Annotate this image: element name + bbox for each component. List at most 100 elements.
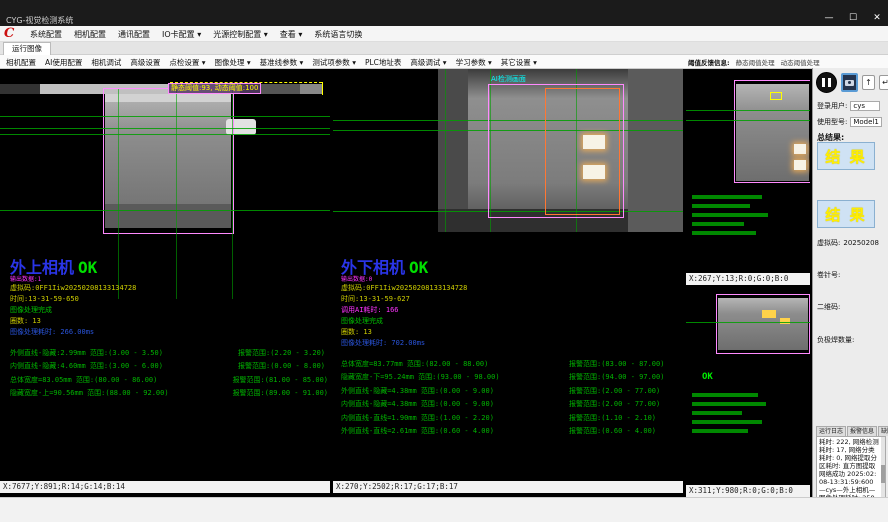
tool-plc-address[interactable]: PLC地址表 bbox=[365, 57, 401, 68]
measurement-row: 外侧直线-直线=2.61mm 范围:(0.60 - 4.00)报警范围:(0.6… bbox=[341, 425, 681, 439]
mid-elapsed: 图像处理耗时: 702.00ms bbox=[341, 338, 681, 349]
mid-measurement-rows: 总体宽度=83.77mm 范围:(82.00 - 88.00)报警范围:(83.… bbox=[341, 357, 681, 438]
tool-camera-config[interactable]: 相机配置 bbox=[6, 57, 36, 68]
log-tabs: 运行日志 报警信息 缺陷信息 bbox=[816, 426, 888, 436]
measurement-row: 隐藏宽度-下=95.24mm 范围:(93.00 - 98.00)报警范围:(9… bbox=[341, 371, 681, 385]
pause-button[interactable] bbox=[816, 72, 837, 93]
r1-result-text-lines bbox=[692, 190, 792, 235]
tool-other-settings[interactable]: 其它设置 ▾ bbox=[501, 57, 537, 68]
upload-button[interactable]: ↑ bbox=[862, 75, 875, 90]
tab-defect-info[interactable]: 缺陷信息 bbox=[878, 426, 888, 436]
weld-spot bbox=[583, 165, 605, 179]
r1-coord-bar: X:267;Y:13;R:0;G:0;B:0 bbox=[686, 273, 810, 285]
tab-strip bbox=[0, 42, 888, 55]
menu-item-language-switch[interactable]: 系统语言切换 bbox=[314, 29, 362, 40]
mid-ok-status: OK bbox=[409, 258, 428, 277]
menu-item-camera-config[interactable]: 相机配置 bbox=[74, 29, 106, 40]
measurement-row: 内侧直线-直线=1.90mm 范围:(1.00 - 2.20)报警范围:(1.1… bbox=[341, 411, 681, 425]
measurement-row: 总体宽度=83.77mm 范围:(82.00 - 88.00)报警范围:(83.… bbox=[341, 357, 681, 371]
left-result-block: 外上相机OK 输出数据:1 虚拟码:0FF1Iiw202502081331347… bbox=[10, 259, 328, 400]
r2-ok-status: OK bbox=[702, 372, 713, 382]
left-output-sub: 输出数据:1 bbox=[10, 276, 328, 283]
app-window: CYG-视觉检测系统 — ☐ ✕ C 系统配置 相机配置 通讯配置 IO卡配置 … bbox=[0, 0, 888, 522]
r2-yellow-marker bbox=[762, 310, 776, 318]
app-logo: C bbox=[4, 27, 22, 41]
r2-coord-bar: X:311;Y:980;R:0;G:0;B:0 bbox=[686, 485, 810, 497]
menu-item-light-config[interactable]: 光源控制配置 ▾ bbox=[213, 29, 268, 40]
close-icon[interactable]: ✕ bbox=[870, 13, 884, 23]
tool-baseline-params[interactable]: 基准线参数 ▾ bbox=[260, 57, 304, 68]
tab-alarm-info[interactable]: 报警信息 bbox=[847, 426, 877, 436]
left-coord-bar: X:7677;Y:891;R:14;G:14;B:14 bbox=[0, 481, 330, 493]
menu-item-comm-config[interactable]: 通讯配置 bbox=[118, 29, 150, 40]
r2-result-text-lines bbox=[692, 388, 792, 433]
login-user-value[interactable]: cys bbox=[850, 101, 880, 111]
mid-virtual-code: 虚拟码:0FF1Iiw20250208133134728 bbox=[341, 283, 681, 294]
left-elapsed: 图像处理耗时: 266.00ms bbox=[10, 327, 328, 338]
login-user-row: 登录用户: cys bbox=[817, 101, 880, 111]
menu-item-io-config[interactable]: IO卡配置 ▾ bbox=[162, 29, 201, 40]
virtual-code-row: 虚拟码: 20250208 bbox=[817, 238, 879, 248]
mid-ai-rect bbox=[545, 88, 620, 215]
weld-spot bbox=[583, 135, 605, 149]
left-done-status: 图像处理完成 bbox=[10, 305, 328, 316]
menu-item-view[interactable]: 查看 ▾ bbox=[280, 29, 303, 40]
mid-time: 时间:13-31-59-627 bbox=[341, 294, 681, 305]
tool-spot-check[interactable]: 点检设置 ▾ bbox=[169, 57, 205, 68]
return-arrow-icon: ↵ bbox=[882, 78, 888, 87]
minimize-icon[interactable]: — bbox=[822, 13, 836, 23]
tool-advanced-settings[interactable]: 高级设置 bbox=[130, 57, 160, 68]
dynamic-threshold-option[interactable]: 动态阈值处理 bbox=[781, 57, 820, 67]
mid-camera-name: 外下相机OK bbox=[341, 259, 681, 276]
camera-capture-button[interactable] bbox=[841, 73, 858, 92]
status-bar: 心跳信号 相机运行 通讯连接 Cpu: 0.0% Memory: 3424.41… bbox=[0, 497, 888, 522]
maximize-icon[interactable]: ☐ bbox=[846, 13, 860, 23]
camera-icon bbox=[845, 80, 854, 86]
tool-advanced-debug[interactable]: 高级调试 ▾ bbox=[410, 57, 446, 68]
left-threshold-overlay: 静态阈值:93, 动态阈值:100 bbox=[168, 83, 261, 94]
model-label: 使用型号: bbox=[817, 117, 847, 127]
log-scrollbar[interactable] bbox=[881, 437, 885, 501]
tab-run-log[interactable]: 运行日志 bbox=[816, 426, 846, 436]
static-threshold-option[interactable]: 静态阈值处理 bbox=[736, 57, 775, 67]
tool-learning-params[interactable]: 学习参数 ▾ bbox=[456, 57, 492, 68]
result-box-2: 结 果 bbox=[817, 200, 875, 228]
measurement-row: 外侧直线-隐藏=4.38mm 范围:(0.00 - 9.00)报警范围:(2.0… bbox=[341, 384, 681, 398]
mid-done-status: 图像处理完成 bbox=[341, 316, 681, 327]
log-text: 耗时: 222, 网络检测耗时: 17, 网络分类耗时: 0, 网络提取分区耗时… bbox=[819, 438, 879, 502]
tool-ai-config[interactable]: AI使用配置 bbox=[45, 57, 82, 68]
menu-item-system-config[interactable]: 系统配置 bbox=[30, 29, 62, 40]
left-camera-name: 外上相机OK bbox=[10, 259, 328, 276]
model-value[interactable]: Model1 bbox=[850, 117, 881, 127]
virtual-code-label: 虚拟码: bbox=[817, 238, 840, 248]
left-measurement-rows: 外侧直线-隐藏:2.99mm 范围:(3.00 - 3.50)报警范围:(2.2… bbox=[10, 346, 328, 400]
measurement-row: 外侧直线-隐藏:2.99mm 范围:(3.00 - 3.50)报警范围:(2.2… bbox=[10, 346, 328, 360]
left-roi-rect bbox=[103, 88, 234, 234]
right-top-camera-view[interactable]: X:267;Y:13;R:0;G:0;B:0 bbox=[686, 72, 810, 285]
threshold-feedback-label: 阈值反馈信息: bbox=[688, 57, 730, 67]
measurement-row: 内侧直线-隐藏:4.60mm 范围:(3.00 - 6.00)报警范围:(0.0… bbox=[10, 360, 328, 374]
tool-test-params[interactable]: 测试项参数 ▾ bbox=[312, 57, 356, 68]
tool-image-processing[interactable]: 图像处理 ▾ bbox=[215, 57, 251, 68]
control-buttons: ↑ ↵ bbox=[816, 72, 888, 93]
tab-run-image[interactable]: 运行图像 bbox=[3, 42, 51, 55]
left-ok-status: OK bbox=[78, 258, 97, 277]
r2-yellow-marker bbox=[780, 318, 790, 324]
weld-spot bbox=[794, 160, 806, 170]
left-time: 时间:13-31-59-650 bbox=[10, 294, 328, 305]
log-box[interactable]: 耗时: 222, 网络检测耗时: 17, 网络分类耗时: 0, 网络提取分区耗时… bbox=[816, 436, 886, 502]
qr-code-label: 二维码: bbox=[817, 302, 840, 312]
tool-camera-debug[interactable]: 相机调试 bbox=[91, 57, 121, 68]
right-bottom-camera-view[interactable]: OK X:311;Y:980;R:0;G:0;B:0 bbox=[686, 288, 810, 497]
result-box-1: 结 果 bbox=[817, 142, 875, 170]
left-cycle-count: 圈数: 13 bbox=[10, 316, 328, 327]
return-button[interactable]: ↵ bbox=[879, 75, 888, 90]
mid-camera-view[interactable]: AI检测画面 外下相机OK 输出数据:0 虚拟码:0FF1Iiw20250208… bbox=[333, 69, 683, 493]
yellow-edge-line bbox=[322, 82, 323, 95]
left-camera-view[interactable]: 静态阈值:93, 动态阈值:100 外上相机OK 输出数据:1 虚拟码:0FF1… bbox=[0, 69, 330, 493]
mid-ai-overlay-label: AI检测画面 bbox=[491, 74, 526, 84]
left-virtual-code: 虚拟码:0FF1Iiw20250208133134728 bbox=[10, 283, 328, 294]
weld-spot bbox=[794, 144, 806, 154]
neg-weld-count-label: 负极焊数量: bbox=[817, 335, 854, 345]
up-arrow-icon: ↑ bbox=[865, 78, 872, 87]
